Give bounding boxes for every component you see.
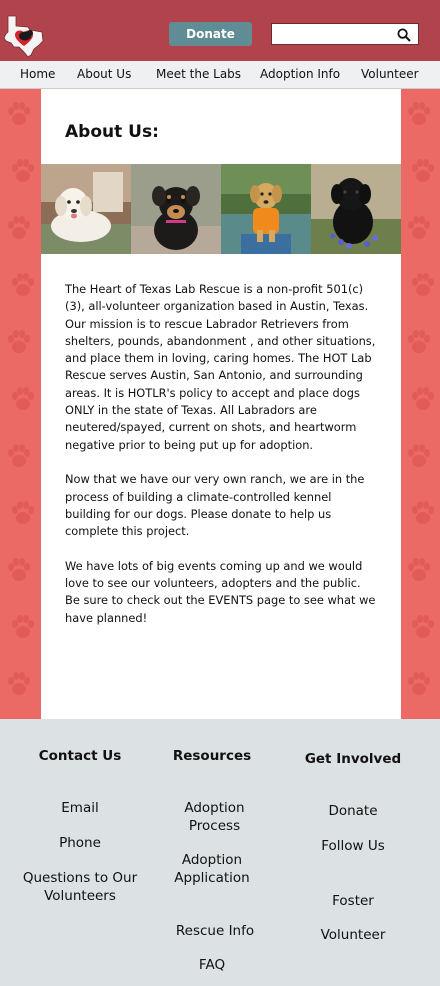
paw-print-icon (4, 441, 34, 471)
texas-heart-logo-icon[interactable] (2, 14, 46, 58)
search-icon[interactable] (397, 27, 411, 42)
paw-print-icon (4, 327, 34, 357)
footer-link-adoption-process[interactable]: Adoption Process (172, 800, 257, 835)
footer-link-email[interactable]: Email (10, 800, 150, 818)
nav-item-home[interactable]: Home (20, 67, 55, 81)
nav-item-volunteer[interactable]: Volunteer (361, 67, 419, 81)
footer-link-foster[interactable]: Foster (283, 893, 423, 911)
paw-print-icon (404, 213, 434, 243)
footer-heading-resources: Resources (172, 748, 252, 764)
paw-print-icon (4, 213, 34, 243)
paw-print-icon (408, 612, 438, 642)
dog-photo-black-lab-puppy (311, 164, 401, 254)
about-paragraph-mission: The Heart of Texas Lab Rescue is a non-p… (65, 282, 376, 452)
paw-print-icon (408, 498, 438, 528)
footer-heading-contact: Contact Us (38, 748, 122, 764)
paw-print-icon (8, 156, 38, 186)
footer-link-faq[interactable]: FAQ (142, 957, 282, 975)
site-header: Donate (0, 0, 440, 61)
nav-item-adoption-info[interactable]: Adoption Info (260, 67, 340, 81)
paw-print-icon (404, 327, 434, 357)
paw-print-icon (4, 99, 34, 129)
paw-print-icon (8, 612, 38, 642)
dog-photo-yellow-lab-life-vest (221, 164, 311, 254)
dog-photo-strip (41, 164, 401, 254)
footer-link-follow-us[interactable]: Follow Us (283, 838, 423, 856)
paw-print-icon (404, 99, 434, 129)
footer-link-phone[interactable]: Phone (10, 835, 150, 853)
footer-link-rescue-info[interactable]: Rescue Info (145, 923, 285, 941)
page-title: About Us: (65, 122, 159, 142)
about-paragraph-events: We have lots of big events coming up and… (65, 558, 376, 625)
paw-print-icon (8, 270, 38, 300)
about-content-panel: About Us: The Heart of Texas Lab Rescue … (41, 89, 401, 719)
footer-link-donate[interactable]: Donate (283, 803, 423, 821)
paw-print-icon (404, 669, 434, 699)
paw-print-icon (8, 384, 38, 414)
page-background: About Us: The Heart of Texas Lab Rescue … (0, 89, 440, 719)
nav-item-about-us[interactable]: About Us (77, 67, 131, 81)
footer-link-volunteer[interactable]: Volunteer (283, 927, 423, 945)
footer-heading-get-involved: Get Involved (304, 751, 402, 767)
paw-print-icon (404, 441, 434, 471)
paw-print-icon (8, 498, 38, 528)
main-nav: Home About Us Meet the Labs Adoption Inf… (0, 61, 440, 89)
paw-print-icon (4, 555, 34, 585)
dog-photo-black-tan-puppy (131, 164, 221, 254)
search-input[interactable] (272, 24, 392, 44)
about-paragraph-ranch: Now that we have our very own ranch, we … (65, 472, 365, 539)
about-body-text: The Heart of Texas Lab Rescue is a non-p… (65, 281, 379, 644)
header-donate-button[interactable]: Donate (169, 22, 252, 46)
paw-print-icon (408, 270, 438, 300)
paw-print-icon (408, 384, 438, 414)
paw-print-icon (4, 669, 34, 699)
search-box[interactable] (271, 23, 419, 45)
footer-link-adoption-application[interactable]: Adoption Application (167, 852, 257, 887)
footer-link-questions[interactable]: Questions to Our Volunteers (20, 870, 140, 905)
dog-photo-white-lab (41, 164, 131, 254)
paw-print-icon (404, 555, 434, 585)
site-footer: Contact Us Email Phone Questions to Our … (0, 719, 440, 986)
paw-print-icon (408, 156, 438, 186)
nav-item-meet-the-labs[interactable]: Meet the Labs (156, 67, 241, 81)
